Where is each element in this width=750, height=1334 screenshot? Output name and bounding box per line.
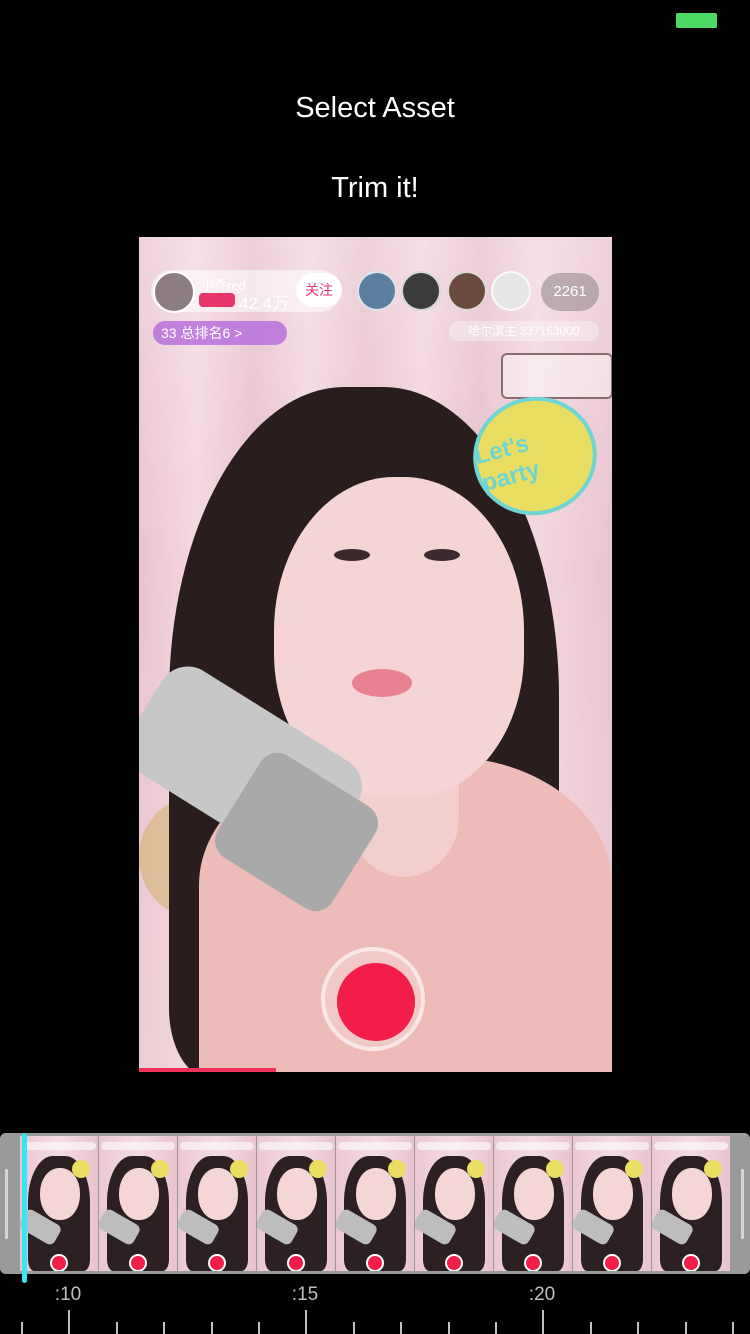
ruler-tick: [21, 1322, 23, 1334]
record-button[interactable]: [337, 963, 415, 1041]
filmstrip-frame: [178, 1136, 256, 1271]
viewer-avatar: [401, 271, 441, 311]
ruler-tick: [495, 1322, 497, 1334]
lips: [352, 669, 412, 697]
frame-sticker: [625, 1160, 643, 1178]
ruler-tick: [400, 1322, 402, 1334]
time-ruler: :10 :15 :20: [0, 1276, 750, 1334]
ruler-tick: [448, 1322, 450, 1334]
frame-sticker: [546, 1160, 564, 1178]
frame-record-icon: [603, 1254, 621, 1271]
ruler-tick: [258, 1322, 260, 1334]
frame-topbar: [654, 1142, 728, 1150]
filmstrip-frame: [20, 1136, 98, 1271]
frame-sticker: [72, 1160, 90, 1178]
filmstrip-frame: [99, 1136, 177, 1271]
frame-topbar: [22, 1142, 96, 1150]
frame-face: [672, 1168, 712, 1220]
frame-sticker: [704, 1160, 722, 1178]
ruler-tick: [163, 1322, 165, 1334]
ruler-label: :15: [291, 1284, 319, 1305]
frame-record-icon: [366, 1254, 384, 1271]
fan-count: 42.4万: [239, 294, 290, 313]
frame-sticker: [388, 1160, 406, 1178]
frame-face: [119, 1168, 159, 1220]
playhead[interactable]: [22, 1133, 27, 1283]
ruler-tick: [685, 1322, 687, 1334]
trim-handle-left[interactable]: [0, 1133, 14, 1274]
frame-topbar: [417, 1142, 491, 1150]
speech-bubble: [501, 353, 612, 399]
frame-face: [514, 1168, 554, 1220]
frame-record-icon: [524, 1254, 542, 1271]
filmstrip-frame: [652, 1136, 730, 1271]
rank-badge: 33 总排名6 >: [153, 321, 287, 345]
frame-topbar: [496, 1142, 570, 1150]
frame-face: [198, 1168, 238, 1220]
ruler-label: :20: [528, 1284, 556, 1305]
viewer-avatar: [357, 271, 397, 311]
ruler-tick: [542, 1310, 544, 1334]
select-asset-button[interactable]: Select Asset: [0, 92, 750, 125]
viewer-count: 2261: [541, 273, 599, 311]
frame-sticker: [309, 1160, 327, 1178]
filmstrip-frame: [257, 1136, 335, 1271]
ruler-tick: [211, 1322, 213, 1334]
frame-record-icon: [682, 1254, 700, 1271]
frame-sticker: [467, 1160, 485, 1178]
ruler-label: :10: [54, 1284, 82, 1305]
filmstrip-frame: [336, 1136, 414, 1271]
frame-topbar: [101, 1142, 175, 1150]
level-badge: [199, 293, 235, 307]
frame-face: [435, 1168, 475, 1220]
filmstrip-frame: [494, 1136, 572, 1271]
frame-topbar: [180, 1142, 254, 1150]
frame-record-icon: [50, 1254, 68, 1271]
host-id-label: 哈尔滨主 337153000: [449, 321, 599, 341]
frame-face: [356, 1168, 396, 1220]
filmstrip-frame: [573, 1136, 651, 1271]
filmstrip-frame: [415, 1136, 493, 1271]
frame-record-icon: [208, 1254, 226, 1271]
frame-topbar: [575, 1142, 649, 1150]
ruler-tick: [590, 1322, 592, 1334]
right-eye: [424, 549, 460, 561]
trim-handle-right[interactable]: [736, 1133, 750, 1274]
video-preview[interactable]: 小乔red 42.4万 关注 2261 33 总排名6 > 哈尔滨主 33715…: [139, 237, 612, 1072]
frame-record-icon: [445, 1254, 463, 1271]
recording-progress: [139, 1068, 276, 1072]
frame-face: [277, 1168, 317, 1220]
frame-topbar: [338, 1142, 412, 1150]
streamer-avatar: [153, 271, 195, 313]
frame-sticker: [230, 1160, 248, 1178]
viewer-avatar: [447, 271, 487, 311]
frame-topbar: [259, 1142, 333, 1150]
frame-sticker: [151, 1160, 169, 1178]
ruler-tick: [732, 1322, 734, 1334]
battery-icon: [676, 13, 717, 28]
filmstrip: [20, 1136, 730, 1271]
grip-icon: [741, 1169, 744, 1239]
ruler-tick: [637, 1322, 639, 1334]
video-trimmer[interactable]: [0, 1133, 750, 1274]
frame-record-icon: [287, 1254, 305, 1271]
viewer-avatar: [491, 271, 531, 311]
frame-face: [593, 1168, 633, 1220]
frame-record-icon: [129, 1254, 147, 1271]
ruler-tick: [116, 1322, 118, 1334]
ruler-tick: [305, 1310, 307, 1334]
grip-icon: [5, 1169, 8, 1239]
ruler-tick: [68, 1310, 70, 1334]
left-eye: [334, 549, 370, 561]
frame-face: [40, 1168, 80, 1220]
ruler-tick: [353, 1322, 355, 1334]
follow-button[interactable]: 关注: [296, 273, 342, 307]
trim-it-button[interactable]: Trim it!: [0, 172, 750, 205]
